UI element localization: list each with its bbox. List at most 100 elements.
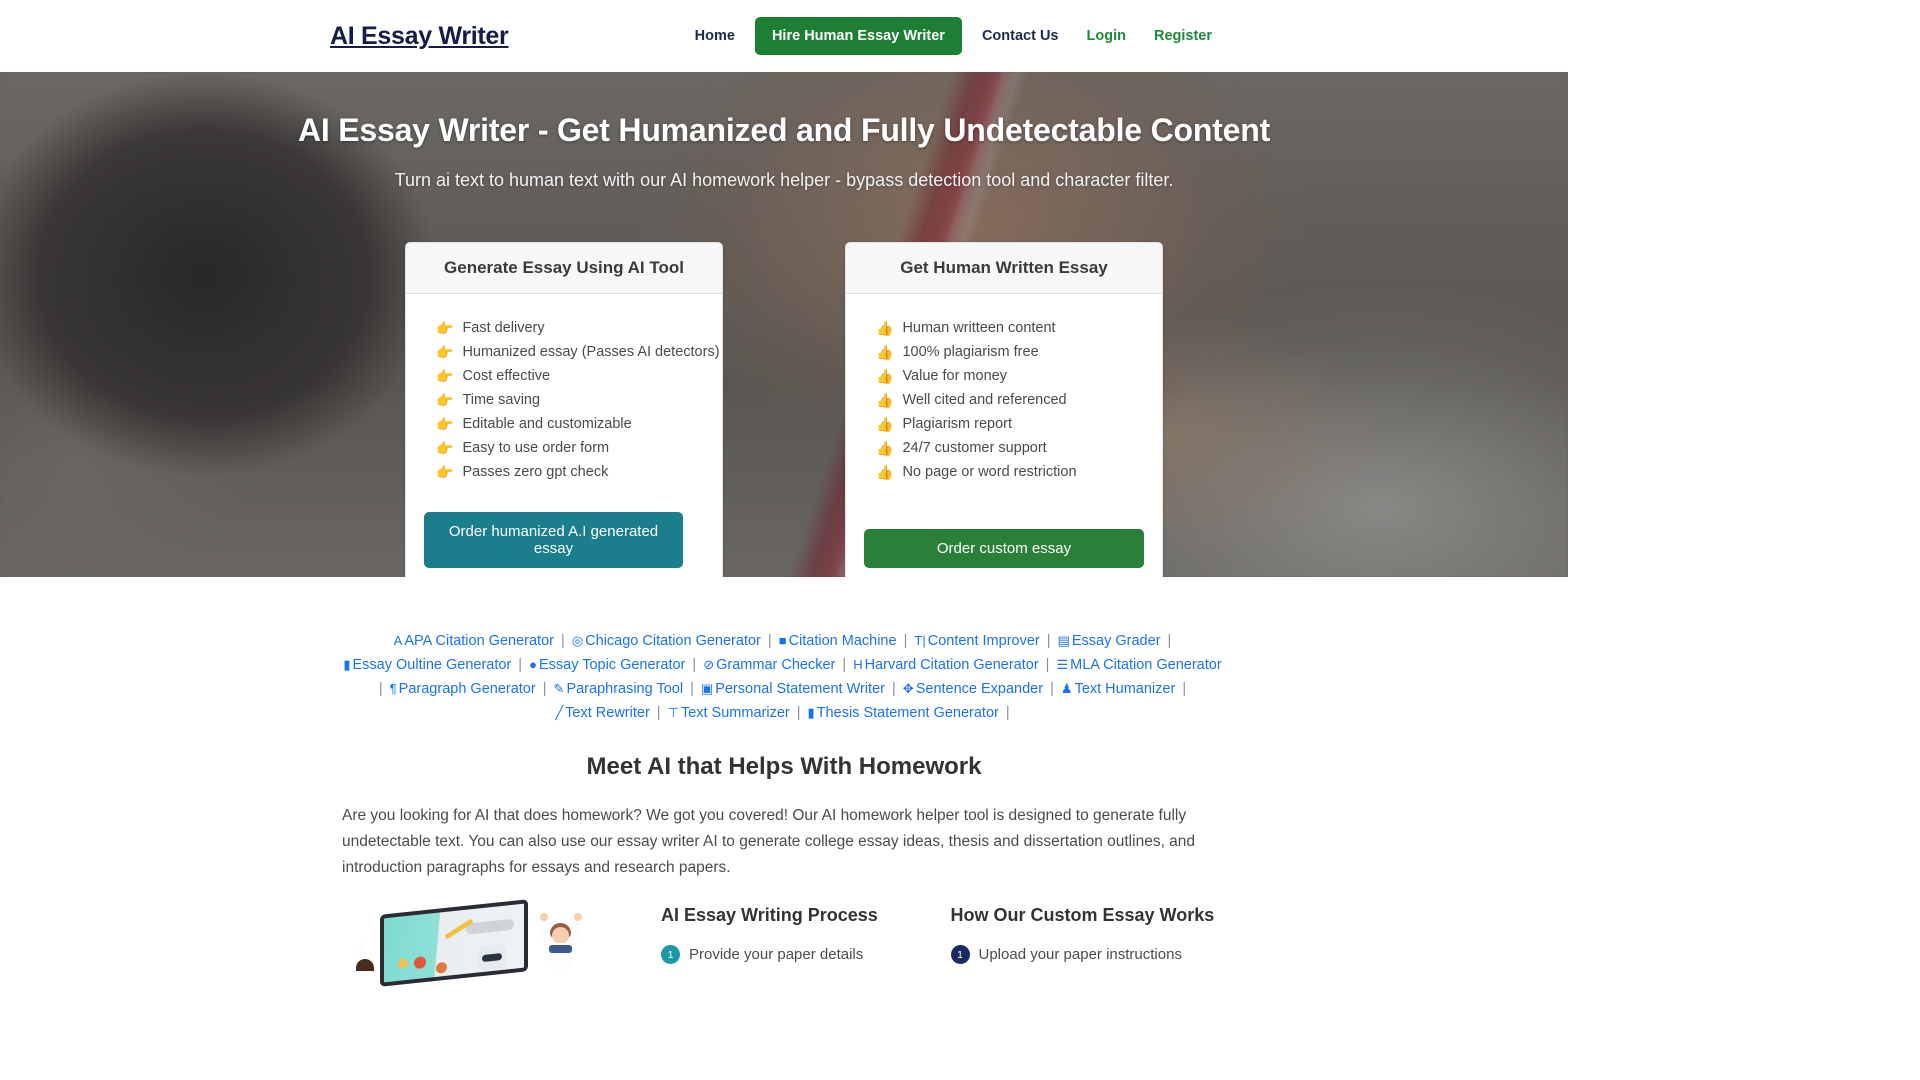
step-number-badge: 1 — [950, 945, 970, 964]
tool-link-label: Essay Grader — [1071, 633, 1161, 649]
pointing-right-hand-icon: 👉 — [436, 416, 454, 432]
tool-link-citation-machine[interactable]: ■ Citation Machine — [779, 633, 897, 649]
tool-link-separator: | — [899, 633, 912, 649]
human-essay-card-header: Get Human Written Essay — [846, 243, 1162, 294]
tool-link-text-summarizer[interactable]: ⊤ Text Summarizer — [668, 705, 790, 721]
feature-label: Cost effective — [462, 368, 551, 384]
tool-link-grammar-checker[interactable]: ⊘ Grammar Checker — [703, 657, 835, 673]
ai-tool-feature-list: 👉 Fast delivery 👉 Humanized essay (Passes … — [406, 316, 722, 484]
feature-label: Well cited and referenced — [902, 392, 1067, 408]
list-item: 👉 Time saving — [406, 388, 722, 412]
tool-link-personal-statement-writer[interactable]: ▣ Personal Statement Writer — [701, 681, 885, 697]
list-item: 👉 Passes zero gpt check — [406, 460, 722, 484]
tool-link-essay-oultine-generator[interactable]: ▮ Essay Oultine Generator — [343, 657, 511, 673]
file-icon: ▮ — [343, 657, 351, 672]
human-essay-feature-list: 👍 Human writteen content 👍 100% plagiarism… — [846, 316, 1162, 484]
tool-link-thesis-statement-generator[interactable]: ▮ Thesis Statement Generator — [808, 705, 999, 721]
tool-link-label: Essay Oultine Generator — [352, 657, 512, 673]
tool-link-separator: | — [1046, 681, 1058, 697]
comment-icon: ● — [529, 657, 537, 672]
meet-section-paragraph: Are you looking for AI that does homewor… — [342, 807, 1196, 876]
hero-content: AI Essay Writer - Get Humanized and Full… — [0, 72, 1568, 577]
tool-link-label: Text Summarizer — [680, 705, 790, 721]
list-item: 👉 Easy to use order form — [406, 436, 722, 460]
tool-link-separator: | — [763, 633, 776, 649]
nav-link-login[interactable]: Login — [1073, 28, 1140, 44]
feature-label: Time saving — [462, 392, 541, 408]
list-item: 👍 No page or word restriction — [846, 460, 1162, 484]
pointing-right-hand-icon: 👉 — [436, 320, 454, 336]
tool-link-essay-topic-generator[interactable]: ● Essay Topic Generator — [529, 657, 685, 673]
process-columns-row: AI Essay Writing Process 1 Provide your … — [0, 881, 1568, 987]
list-item: 1 Upload your paper instructions — [950, 945, 1227, 964]
thumbs-up-icon: 👍 — [876, 464, 894, 480]
tool-link-harvard-citation-generator[interactable]: H Harvard Citation Generator — [853, 657, 1038, 673]
thumbs-up-icon: 👍 — [876, 320, 894, 336]
ai-process-title: AI Essay Writing Process — [661, 905, 878, 925]
pointing-right-hand-icon: 👉 — [436, 344, 454, 360]
tool-link-mla-citation-generator[interactable]: ☰ MLA Citation Generator — [1056, 657, 1221, 673]
text-width-icon: ⊤ — [667, 705, 679, 720]
tablet-illustration-icon — [380, 899, 528, 987]
feature-label: Human writteen content — [902, 320, 1056, 336]
hire-human-essay-writer-button[interactable]: Hire Human Essay Writer — [754, 17, 962, 55]
nav-link-home[interactable]: Home — [681, 28, 749, 44]
tool-link-separator: | — [1042, 633, 1055, 649]
tool-link-apa-citation-generator[interactable]: A APA Citation Generator — [394, 633, 554, 649]
ai-process-column: AI Essay Writing Process 1 Provide your … — [647, 905, 937, 965]
planet-icon — [414, 955, 426, 970]
user-icon: ♟ — [1060, 681, 1073, 696]
tool-link-text-humanizer[interactable]: ♟ Text Humanizer — [1061, 681, 1175, 697]
hero-section: AI Essay Writer - Get Humanized and Full… — [0, 72, 1568, 577]
order-humanized-ai-essay-button[interactable]: Order humanized A.I generated essay — [424, 512, 683, 568]
tool-link-separator: | — [514, 657, 527, 673]
nav-link-register[interactable]: Register — [1140, 28, 1226, 44]
tool-link-label: Essay Topic Generator — [538, 657, 686, 673]
step-label: Upload your paper instructions — [978, 946, 1182, 963]
tool-link-separator: | — [792, 705, 805, 721]
site-logo-brand[interactable]: AI Essay Writer — [330, 22, 509, 51]
tool-link-separator: | — [1001, 705, 1010, 721]
tool-link-chicago-citation-generator[interactable]: ◎ Chicago Citation Generator — [572, 633, 761, 649]
list-item: 1 Provide your paper details — [661, 945, 937, 964]
feature-label: Plagiarism report — [902, 416, 1013, 432]
nav-link-contact-us[interactable]: Contact Us — [968, 28, 1073, 44]
student-hand-illustration — [348, 938, 386, 971]
tool-link-paraphrasing-tool[interactable]: ✎ Paraphrasing Tool — [554, 681, 684, 697]
card-icon: ■ — [778, 633, 787, 648]
tool-link-label: MLA Citation Generator — [1070, 657, 1222, 673]
tool-link-label: Thesis Statement Generator — [816, 705, 999, 721]
page-title: Meet AI that Helps With Homework — [586, 753, 982, 780]
list-item: 👍 Value for money — [846, 364, 1162, 388]
tool-link-content-improver[interactable]: T| Content Improver — [914, 633, 1039, 649]
tool-link-sentence-expander[interactable]: ✥ Sentence Expander — [903, 681, 1043, 697]
list-item: 👉 Humanized essay (Passes AI detectors) — [406, 340, 722, 364]
thumbs-up-icon: 👍 — [876, 368, 894, 384]
top-navigation-bar: AI Essay Writer Home Hire Human Essay Wr… — [0, 0, 1568, 72]
thumbs-up-icon: 👍 — [876, 392, 894, 408]
chat-dots-icon — [466, 918, 514, 935]
tool-link-label: Paraphrasing Tool — [566, 681, 684, 697]
tool-link-paragraph-generator[interactable]: ¶ Paragraph Generator — [390, 681, 536, 697]
order-custom-essay-button[interactable]: Order custom essay — [864, 529, 1144, 568]
tool-link-label: Harvard Citation Generator — [864, 657, 1039, 673]
thumbs-up-icon: 👍 — [876, 416, 894, 432]
tool-link-label: Sentence Expander — [915, 681, 1044, 697]
lightbulb-icon — [398, 957, 408, 969]
cheering-student-illustration — [537, 911, 584, 971]
tool-link-separator: | — [652, 705, 665, 721]
feature-label: Easy to use order form — [462, 440, 610, 456]
tool-link-label: Grammar Checker — [716, 657, 836, 673]
check-circle-icon: ⊘ — [703, 657, 715, 672]
target-icon: ◎ — [571, 633, 584, 648]
tool-link-separator: | — [1178, 681, 1187, 697]
tool-link-separator: | — [538, 681, 551, 697]
tool-link-separator: | — [686, 681, 698, 697]
ai-tool-card: Generate Essay Using AI Tool 👉 Fast deliv… — [405, 242, 723, 577]
feature-label: Value for money — [902, 368, 1007, 384]
tool-link-text-rewriter[interactable]: ╱ Text Rewriter — [555, 705, 649, 721]
human-essay-card: Get Human Written Essay 👍 Human writteen … — [845, 242, 1163, 577]
step-label: Provide your paper details — [689, 946, 864, 963]
tool-link-essay-grader[interactable]: ▤ Essay Grader — [1058, 633, 1161, 649]
tool-link-label: Text Humanizer — [1074, 681, 1176, 697]
